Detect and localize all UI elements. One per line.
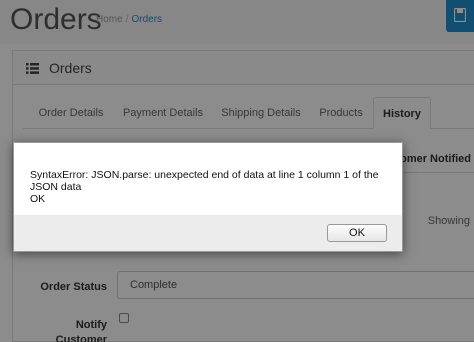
ok-button[interactable]: OK	[327, 224, 387, 242]
alert-footer: OK	[14, 215, 402, 251]
alert-dialog: SyntaxError: JSON.parse: unexpected end …	[13, 142, 403, 252]
alert-message-line1: SyntaxError: JSON.parse: unexpected end …	[30, 169, 379, 193]
alert-message: SyntaxError: JSON.parse: unexpected end …	[30, 169, 396, 205]
alert-message-line2: OK	[30, 193, 46, 205]
